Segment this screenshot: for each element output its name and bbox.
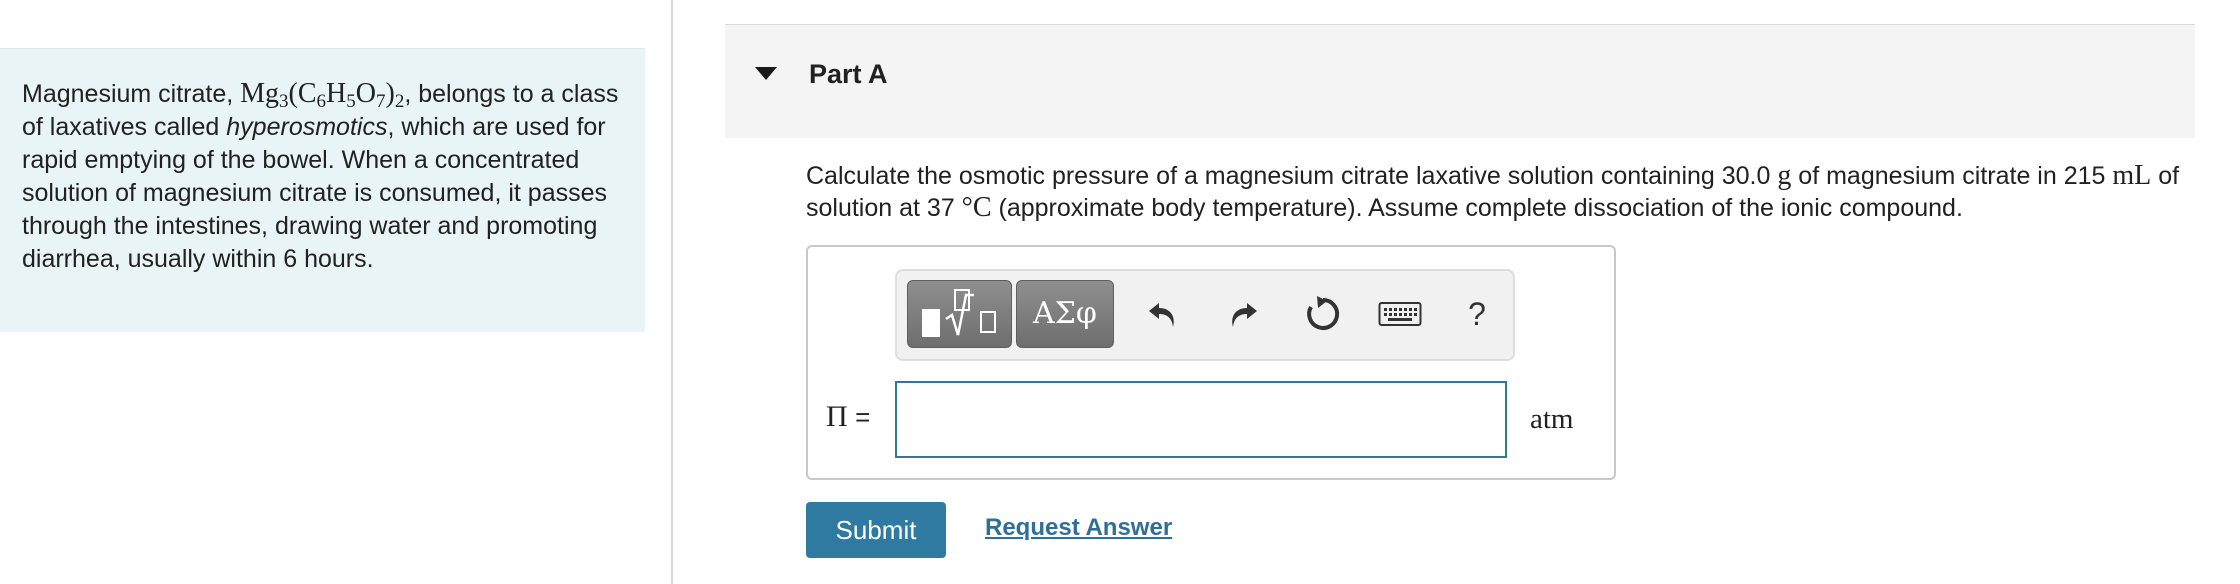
intro-italic-term: hyperosmotics — [226, 113, 388, 141]
math-toolbar: ΑΣφ ? — [895, 269, 1515, 361]
question-text-4: (approximate body temperature). Assume c… — [991, 194, 1963, 222]
unit-atm: atm — [1530, 403, 1574, 435]
templates-button[interactable] — [907, 280, 1012, 348]
equals-sign: = — [855, 402, 871, 432]
intro-panel: Magnesium citrate, Mg3(C6H5O7)2, belongs… — [0, 49, 645, 332]
panel-divider — [671, 0, 673, 584]
intro-text-1: Magnesium citrate, — [22, 80, 241, 108]
unit-grams: g — [1777, 160, 1792, 191]
keyboard-icon[interactable] — [1372, 283, 1428, 345]
formula-h: H — [326, 78, 347, 109]
redo-icon[interactable] — [1215, 283, 1271, 345]
reset-icon[interactable] — [1295, 283, 1351, 345]
unit-milliliters: mL — [2112, 160, 2152, 191]
formula-close: ) — [385, 78, 395, 109]
formula-h-sub: 5 — [346, 91, 356, 112]
osmotic-pressure-label: Π = — [826, 400, 870, 434]
formula-o-sub: 7 — [376, 91, 386, 112]
answer-box: ΑΣφ ? Π = atm — [806, 245, 1616, 480]
unit-degrees-celsius: °C — [961, 192, 992, 223]
part-title: Part A — [809, 59, 888, 89]
formula-open: (C — [288, 78, 317, 109]
caret-down-icon[interactable] — [755, 67, 777, 80]
formula-o: O — [355, 78, 377, 109]
part-a-header[interactable]: Part A — [725, 24, 2195, 138]
magnesium-citrate-formula: Mg3(C6H5O7)2 — [240, 78, 405, 112]
submit-button[interactable]: Submit — [806, 502, 946, 558]
answer-input[interactable] — [895, 381, 1507, 458]
question-text-1: Calculate the osmotic pressure of a magn… — [806, 162, 1778, 190]
question-text-2: of magnesium citrate in 215 — [1791, 162, 2113, 190]
greek-symbols-button[interactable]: ΑΣφ — [1016, 280, 1114, 348]
undo-icon[interactable] — [1135, 283, 1191, 345]
formula-c-sub: 6 — [316, 91, 327, 112]
request-answer-link[interactable]: Request Answer — [985, 514, 1172, 542]
formula-mg-sub: 3 — [279, 91, 289, 112]
question-text: Calculate the osmotic pressure of a magn… — [806, 160, 2186, 224]
formula-mg: Mg — [240, 78, 280, 109]
help-button[interactable]: ? — [1449, 283, 1505, 345]
formula-outer-sub: 2 — [394, 91, 405, 112]
pi-symbol: Π — [826, 400, 848, 433]
